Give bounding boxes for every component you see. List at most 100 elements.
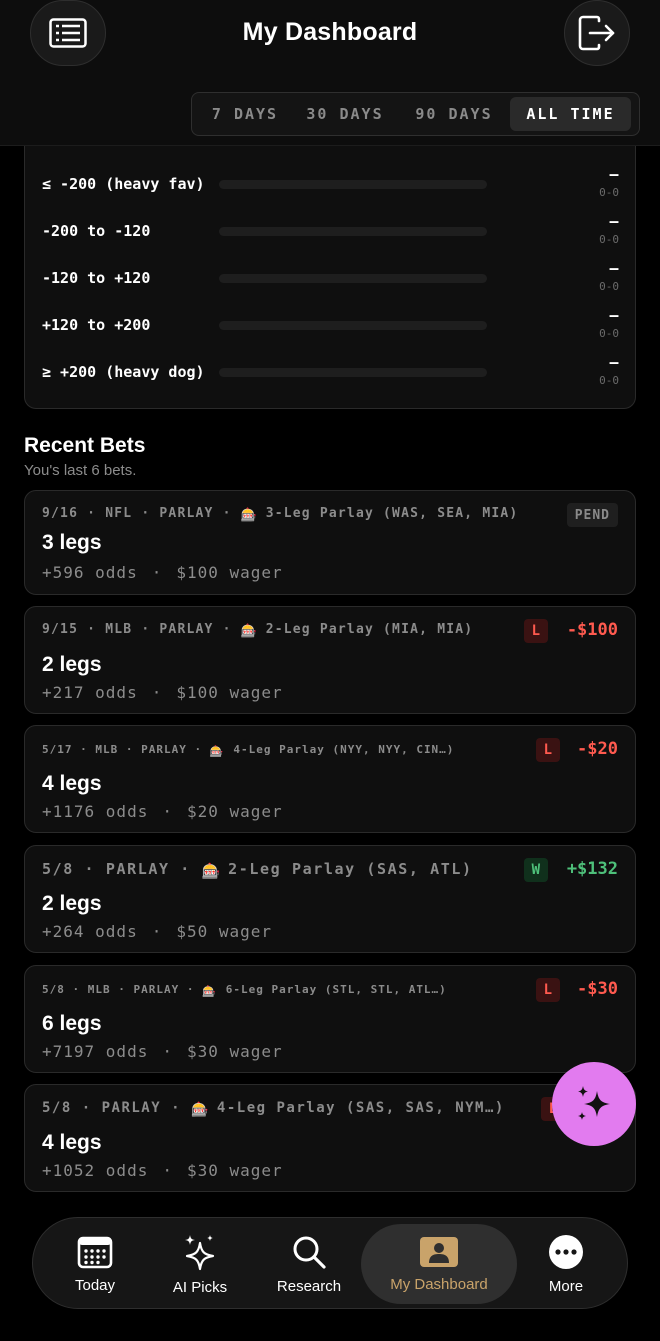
bet-title: 6 legs [42, 1012, 102, 1035]
bet-meta: 5/17 · MLB · PARLAY · 🎰 4-Leg Parlay (NY… [42, 743, 455, 758]
nav-my-dashboard[interactable]: My Dashboard [361, 1224, 517, 1304]
odds-row-label: ≥ +200 (heavy dog) [42, 363, 205, 381]
bet-card[interactable]: 9/16 · NFL · PARLAY · 🎰 3-Leg Parlay (WA… [24, 490, 636, 595]
bet-amount: -$30 [577, 979, 618, 999]
odds-bar [219, 227, 487, 236]
bet-type: PARLAY [159, 622, 214, 637]
search-icon [293, 1236, 326, 1269]
odds-row-record: 0-0 [599, 327, 619, 340]
status-badge: L [535, 738, 560, 762]
odds-row-value: – [608, 164, 619, 184]
page-title: My Dashboard [242, 18, 418, 46]
bet-date: 5/8 [42, 1100, 72, 1116]
bet-league: MLB [95, 743, 119, 756]
odds-bar [219, 321, 487, 330]
more-icon [549, 1234, 583, 1269]
bet-odds: +596 odds [42, 563, 138, 582]
bet-details: +1176 odds · $20 wager [42, 802, 283, 821]
bet-odds: +1052 odds [42, 1161, 149, 1180]
logout-button[interactable] [564, 0, 630, 66]
nav-today[interactable]: Today [51, 1218, 139, 1310]
recent-bets-title: Recent Bets [24, 434, 146, 457]
bet-card[interactable]: 5/8 · PARLAY · 🎰 4-Leg Parlay (SAS, SAS,… [24, 1084, 636, 1192]
status-badge: L [523, 619, 548, 643]
odds-bar [219, 368, 487, 377]
bet-type: PARLAY [101, 1100, 162, 1116]
status-badge: PEND [566, 503, 618, 527]
odds-bar [219, 180, 487, 189]
bet-card[interactable]: 5/8 · PARLAY · 🎰 2-Leg Parlay (SAS, ATL)… [24, 845, 636, 953]
odds-row-label: -120 to +120 [42, 269, 151, 287]
bet-details: +596 odds · $100 wager [42, 563, 283, 582]
bet-title: 3 legs [42, 531, 102, 554]
nav-label: Today [74, 1276, 116, 1294]
bet-odds: +7197 odds [42, 1042, 149, 1061]
bet-date: 9/15 [42, 622, 79, 637]
bet-league: MLB [87, 983, 111, 996]
sparkles-icon [185, 1234, 215, 1270]
person-card-icon [420, 1236, 458, 1267]
bet-date: 5/8 [42, 983, 65, 996]
bet-type: PARLAY [105, 860, 170, 878]
bet-type: PARLAY [159, 506, 214, 521]
bet-odds: +217 odds [42, 683, 138, 702]
bet-date: 5/8 [42, 860, 74, 878]
odds-row-value: – [608, 305, 619, 325]
bet-league: MLB [105, 622, 133, 637]
bet-card[interactable]: 9/15 · MLB · PARLAY · 🎰 2-Leg Parlay (MI… [24, 606, 636, 714]
calendar-icon [77, 1236, 113, 1268]
bet-odds: +264 odds [42, 922, 138, 941]
status-badge: W [523, 858, 548, 882]
slot-machine-icon: 🎰 [240, 624, 259, 639]
bet-type: PARLAY [133, 983, 180, 996]
bet-wager: $50 wager [176, 922, 273, 941]
bet-meta: 5/8 · MLB · PARLAY · 🎰 6-Leg Parlay (STL… [42, 983, 447, 998]
odds-row-value: – [608, 258, 619, 278]
bet-details: +7197 odds · $30 wager [42, 1042, 283, 1061]
bet-details: +217 odds · $100 wager [42, 683, 283, 702]
bet-odds: +1176 odds [42, 802, 149, 821]
odds-row: ≥ +200 (heavy dog) – 0-0 [25, 352, 637, 392]
odds-row-record: 0-0 [599, 233, 619, 246]
slot-machine-icon: 🎰 [209, 745, 225, 758]
bet-league: NFL [105, 506, 133, 521]
status-badge: L [535, 978, 560, 1002]
nav-ai-picks[interactable]: AI Picks [157, 1218, 243, 1310]
odds-row-record: 0-0 [599, 374, 619, 387]
top-bar: My Dashboard 7 DAYS 30 DAYS 90 DAYS ALL … [0, 0, 660, 146]
bet-description: 6-Leg Parlay (STL, STL, ATL…) [225, 983, 447, 996]
odds-row-label: -200 to -120 [42, 222, 151, 240]
nav-label: More [548, 1277, 584, 1295]
slot-machine-icon: 🎰 [201, 862, 222, 880]
bet-amount: -$20 [577, 739, 618, 759]
bet-wager: $100 wager [176, 683, 283, 702]
slot-machine-icon: 🎰 [240, 508, 259, 523]
tab-90-days[interactable]: 90 DAYS [398, 97, 510, 131]
odds-row-value: – [608, 352, 619, 372]
bet-title: 2 legs [42, 892, 102, 915]
bet-card[interactable]: 5/17 · MLB · PARLAY · 🎰 4-Leg Parlay (NY… [24, 725, 636, 833]
ai-assistant-button[interactable] [552, 1062, 636, 1146]
odds-range-breakdown: ≤ -200 (heavy fav) – 0-0 -200 to -120 – … [24, 146, 636, 409]
bet-meta: 9/15 · MLB · PARLAY · 🎰 2-Leg Parlay (MI… [42, 622, 474, 639]
nav-more[interactable]: More [529, 1218, 603, 1310]
sparkle-icon [578, 1086, 610, 1120]
slot-machine-icon: 🎰 [190, 1102, 210, 1118]
bet-card[interactable]: 5/8 · MLB · PARLAY · 🎰 6-Leg Parlay (STL… [24, 965, 636, 1073]
bet-details: +1052 odds · $30 wager [42, 1161, 283, 1180]
odds-row: +120 to +200 – 0-0 [25, 305, 637, 345]
tab-all-time[interactable]: ALL TIME [510, 97, 631, 131]
odds-row-record: 0-0 [599, 186, 619, 199]
nav-research[interactable]: Research [261, 1218, 357, 1310]
bet-wager: $100 wager [176, 563, 283, 582]
tab-30-days[interactable]: 30 DAYS [292, 97, 398, 131]
bet-wager: $30 wager [186, 1161, 283, 1180]
bet-amount: +$132 [566, 859, 618, 879]
tab-7-days[interactable]: 7 DAYS [198, 97, 292, 131]
nav-label: Research [276, 1277, 342, 1295]
odds-row: -120 to +120 – 0-0 [25, 258, 637, 298]
bet-title: 2 legs [42, 653, 102, 676]
odds-row: ≤ -200 (heavy fav) – 0-0 [25, 164, 637, 204]
bottom-navigation: Today AI Picks Research My Dashboard Mor… [32, 1217, 628, 1309]
odds-row: -200 to -120 – 0-0 [25, 211, 637, 251]
